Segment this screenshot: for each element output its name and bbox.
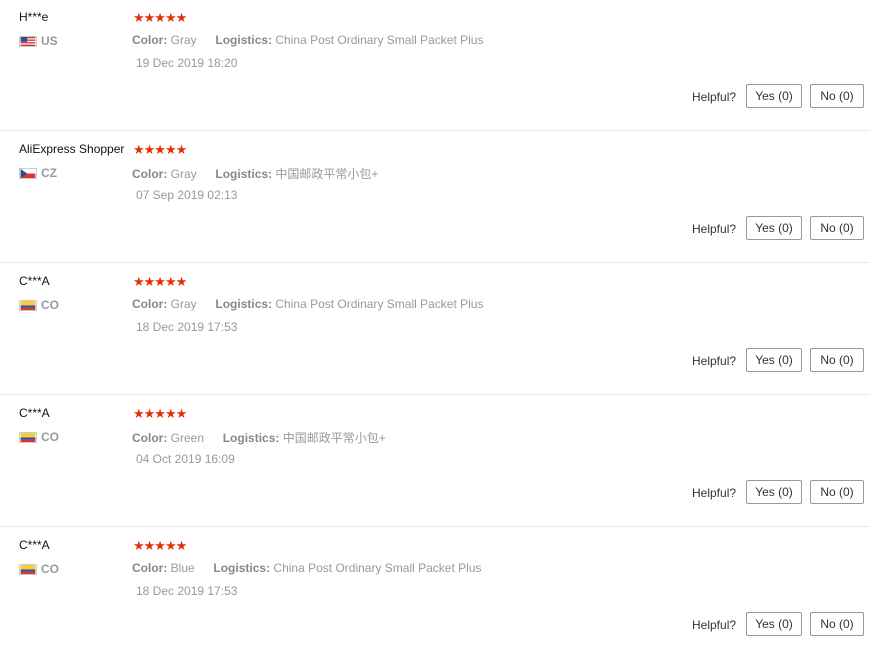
review-date: 04 Oct 2019 16:09	[136, 452, 235, 466]
logistics-label: Logistics:	[222, 431, 280, 445]
color-value: Gray	[170, 297, 197, 311]
color-label: Color:	[132, 167, 168, 181]
color-label: Color:	[132, 561, 168, 575]
review-meta: Color: Gray Logistics: China Post Ordina…	[132, 297, 483, 311]
color-value: Gray	[170, 167, 197, 181]
helpful-yes-button[interactable]: Yes (0)	[746, 84, 802, 108]
rating-stars: ★★★★★	[133, 274, 187, 289]
logistics-label: Logistics:	[215, 33, 273, 47]
helpful-label: Helpful?	[692, 618, 737, 632]
co-flag-icon	[19, 299, 37, 311]
color-label: Color:	[132, 431, 168, 445]
reviewer-name: H***e	[19, 10, 49, 24]
helpful-label: Helpful?	[692, 222, 737, 236]
country-code: CZ	[41, 166, 57, 180]
review-item: C***A CO ★★★★★ Color: Green Logistics: 中…	[0, 396, 870, 527]
helpful-label: Helpful?	[692, 354, 737, 368]
color-value: Blue	[170, 561, 195, 575]
rating-stars: ★★★★★	[133, 142, 187, 157]
helpful-yes-button[interactable]: Yes (0)	[746, 216, 802, 240]
review-meta: Color: Blue Logistics: China Post Ordina…	[132, 561, 482, 575]
helpful-no-button[interactable]: No (0)	[810, 480, 864, 504]
country-code: CO	[41, 430, 59, 444]
rating-stars: ★★★★★	[133, 10, 187, 25]
helpful-no-button[interactable]: No (0)	[810, 348, 864, 372]
logistics-value: 中国邮政平常小包+	[275, 167, 379, 181]
logistics-label: Logistics:	[213, 561, 271, 575]
co-flag-icon	[19, 563, 37, 575]
color-value: Green	[170, 431, 205, 445]
review-item: AliExpress Shopper CZ ★★★★★ Color: Gray …	[0, 132, 870, 263]
reviewer-name: C***A	[19, 274, 50, 288]
helpful-yes-button[interactable]: Yes (0)	[746, 612, 802, 636]
cz-flag-icon	[19, 167, 37, 179]
review-date: 07 Sep 2019 02:13	[136, 188, 238, 202]
logistics-value: 中国邮政平常小包+	[282, 431, 386, 445]
color-value: Gray	[170, 33, 197, 47]
logistics-value: China Post Ordinary Small Packet Plus	[275, 33, 484, 47]
reviewer-country: CO	[19, 298, 59, 312]
color-label: Color:	[132, 297, 168, 311]
color-label: Color:	[132, 33, 168, 47]
review-meta: Color: Gray Logistics: China Post Ordina…	[132, 33, 483, 47]
country-code: CO	[41, 298, 59, 312]
helpful-no-button[interactable]: No (0)	[810, 612, 864, 636]
reviewer-country: CZ	[19, 166, 57, 180]
reviewer-name: AliExpress Shopper	[19, 142, 125, 156]
rating-stars: ★★★★★	[133, 406, 187, 421]
reviewer-name: C***A	[19, 406, 50, 420]
review-item: H***e US ★★★★★ Color: Gray Logistics: Ch…	[0, 0, 870, 131]
review-date: 19 Dec 2019 18:20	[136, 56, 238, 70]
review-item: C***A CO ★★★★★ Color: Blue Logistics: Ch…	[0, 528, 870, 659]
country-code: US	[41, 34, 58, 48]
review-meta: Color: Gray Logistics: 中国邮政平常小包+	[132, 165, 378, 182]
rating-stars: ★★★★★	[133, 538, 187, 553]
helpful-no-button[interactable]: No (0)	[810, 84, 864, 108]
review-date: 18 Dec 2019 17:53	[136, 584, 238, 598]
reviewer-name: C***A	[19, 538, 50, 552]
helpful-no-button[interactable]: No (0)	[810, 216, 864, 240]
us-flag-icon	[19, 35, 37, 47]
logistics-value: China Post Ordinary Small Packet Plus	[273, 561, 482, 575]
helpful-yes-button[interactable]: Yes (0)	[746, 480, 802, 504]
helpful-label: Helpful?	[692, 486, 737, 500]
review-item: C***A CO ★★★★★ Color: Gray Logistics: Ch…	[0, 264, 870, 395]
logistics-label: Logistics:	[215, 167, 273, 181]
helpful-label: Helpful?	[692, 90, 737, 104]
country-code: CO	[41, 562, 59, 576]
logistics-label: Logistics:	[215, 297, 273, 311]
co-flag-icon	[19, 431, 37, 443]
logistics-value: China Post Ordinary Small Packet Plus	[275, 297, 484, 311]
reviewer-country: US	[19, 34, 58, 48]
reviewer-country: CO	[19, 562, 59, 576]
review-date: 18 Dec 2019 17:53	[136, 320, 238, 334]
review-meta: Color: Green Logistics: 中国邮政平常小包+	[132, 429, 386, 446]
reviewer-country: CO	[19, 430, 59, 444]
helpful-yes-button[interactable]: Yes (0)	[746, 348, 802, 372]
